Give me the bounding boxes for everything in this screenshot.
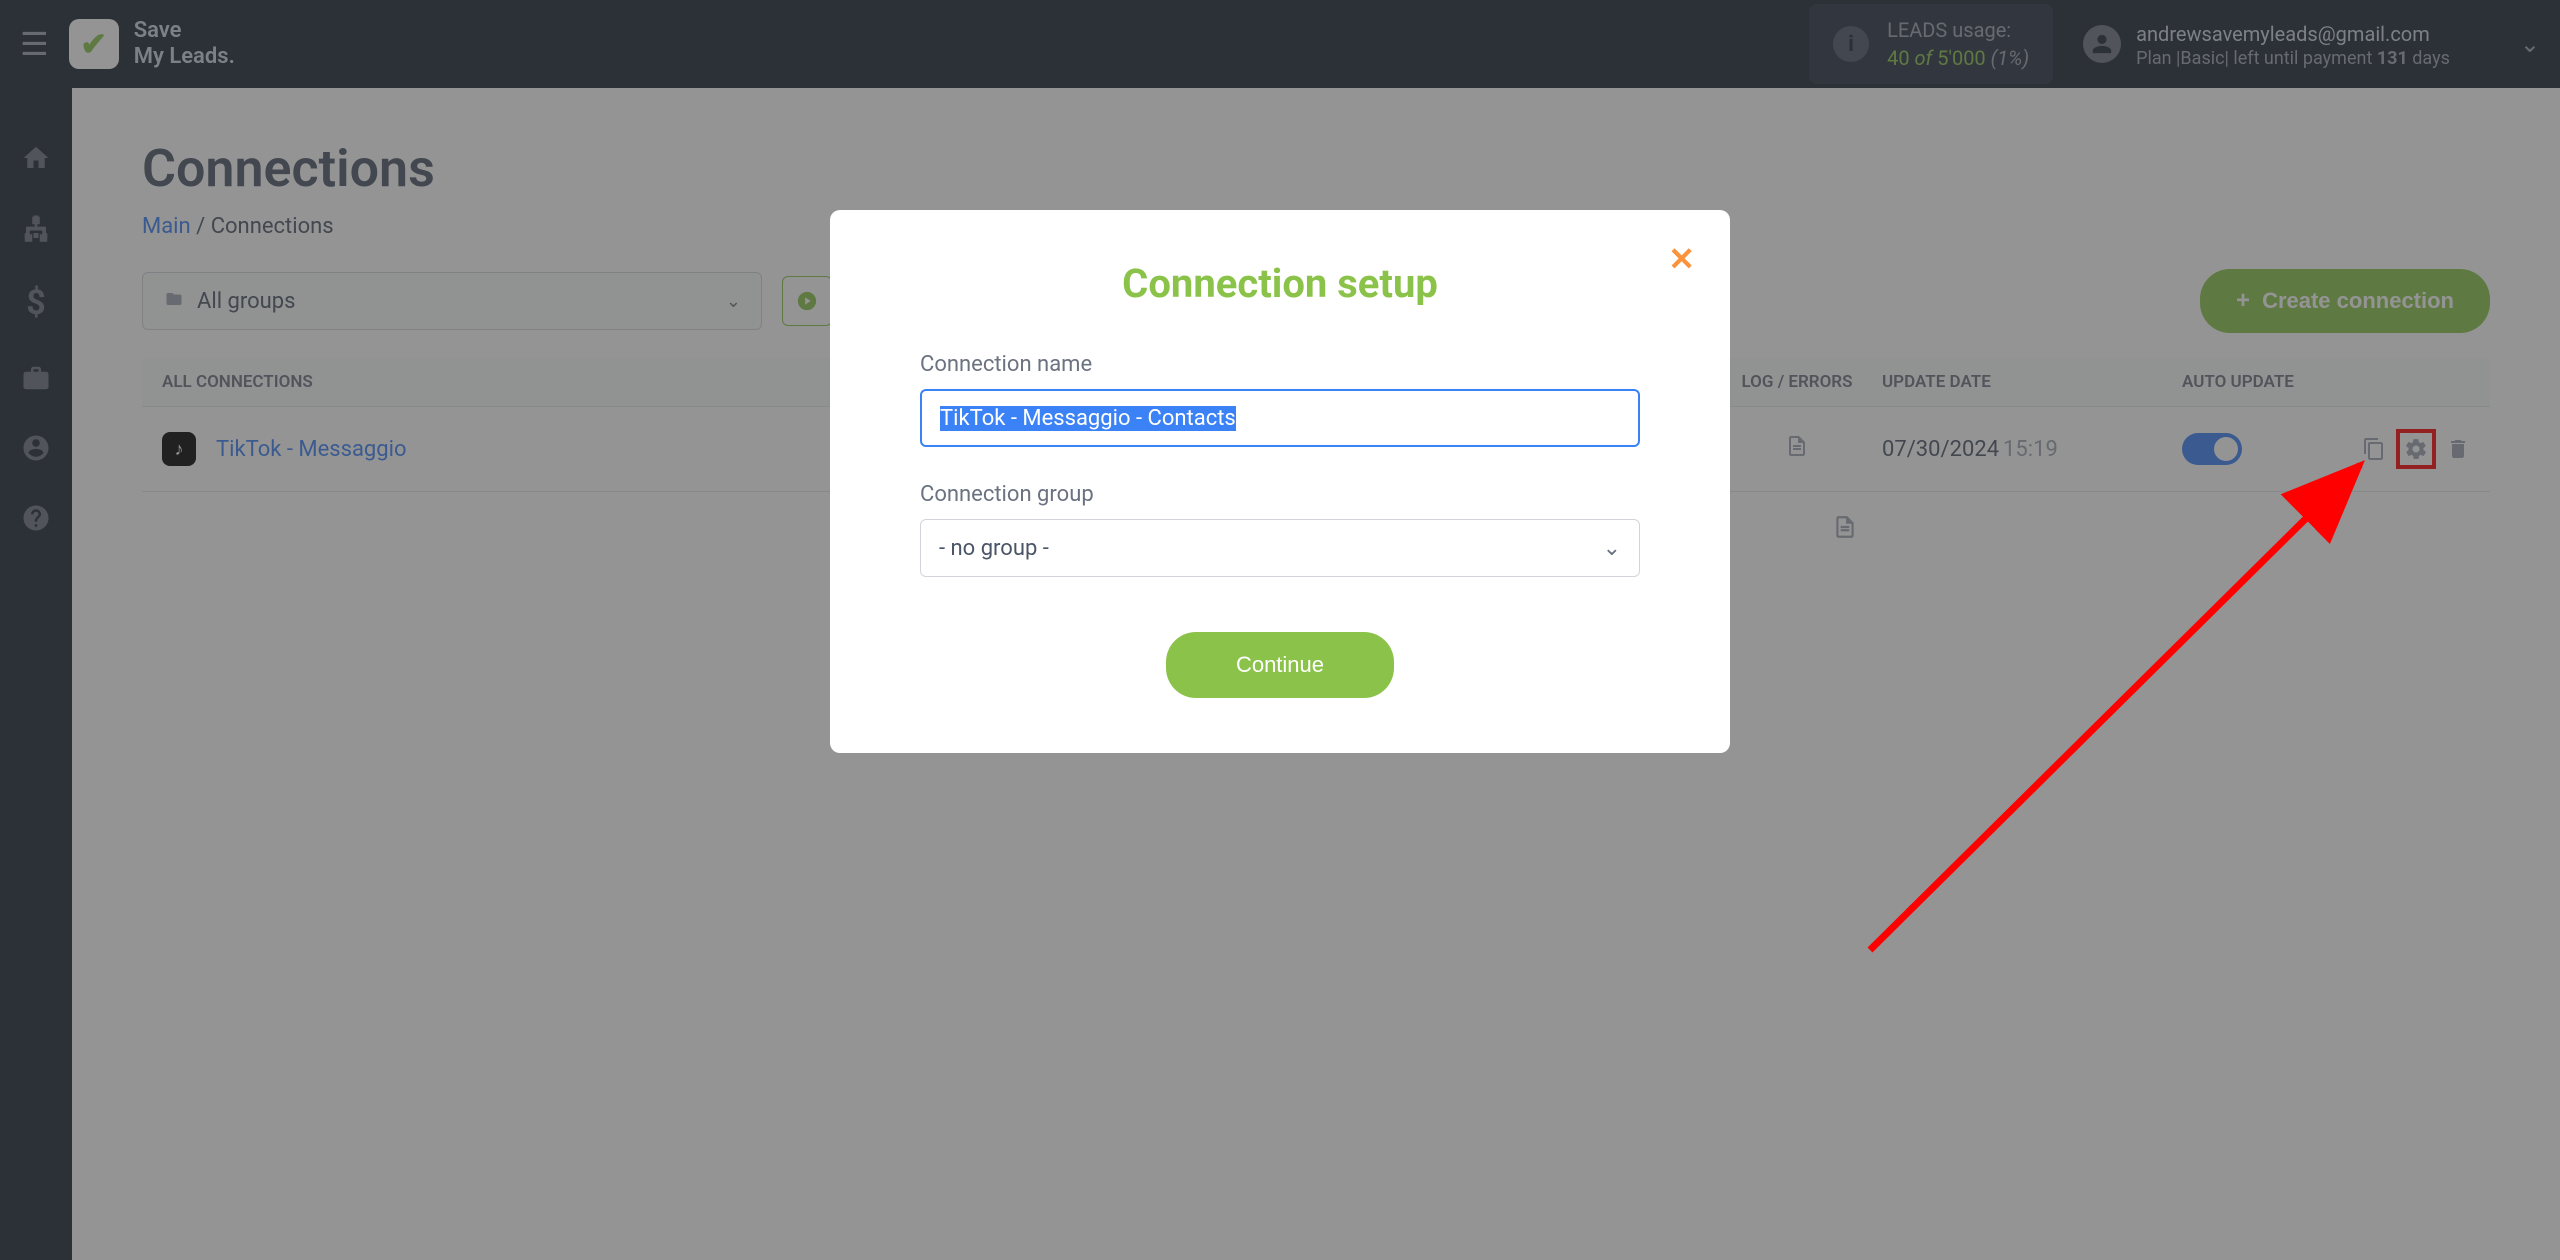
connection-group-value: - no group -: [939, 536, 1049, 561]
connection-group-label: Connection group: [920, 482, 1640, 507]
connection-name-label: Connection name: [920, 352, 1640, 377]
connection-group-select[interactable]: - no group - ⌄: [920, 519, 1640, 577]
connection-name-input[interactable]: TikTok - Messaggio - Contacts: [920, 389, 1640, 447]
continue-button[interactable]: Continue: [1166, 632, 1394, 698]
modal-overlay: ✕ Connection setup Connection name TikTo…: [0, 0, 2560, 1260]
modal-title: Connection setup: [920, 260, 1640, 307]
chevron-down-icon: ⌄: [1603, 536, 1621, 561]
connection-name-value: TikTok - Messaggio - Contacts: [940, 406, 1236, 431]
close-icon[interactable]: ✕: [1668, 240, 1695, 278]
connection-setup-modal: ✕ Connection setup Connection name TikTo…: [830, 210, 1730, 753]
